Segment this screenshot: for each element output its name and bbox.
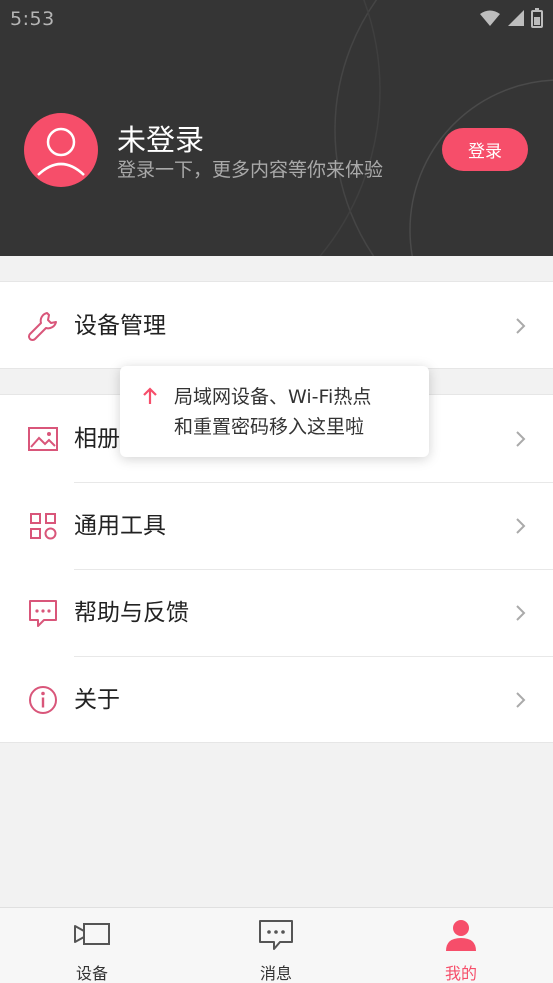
status-bar: 5:53 [0,0,553,38]
tab-label: 我的 [444,964,477,983]
menu-item-device-manage[interactable]: 设备管理 [0,282,553,369]
system-icons [479,8,543,28]
tab-message[interactable]: 消息 [184,908,368,983]
tip-text-line2: 和重置密码移入这里啦 [174,416,365,438]
info-icon [29,686,57,714]
menu-item-label: 相册 [74,426,120,452]
device-manage-card: 设备管理 [0,281,553,369]
chevron-right-icon [516,431,526,447]
menu-item-label: 设备管理 [74,313,166,339]
menu-item-tools[interactable]: 通用工具 [0,482,553,569]
login-button[interactable]: 登录 [442,128,528,171]
chevron-right-icon [516,605,526,621]
menu-item-help[interactable]: 帮助与反馈 [0,569,553,656]
menu-item-label: 通用工具 [74,513,166,539]
user-avatar-icon [37,127,85,176]
tab-label: 消息 [259,964,292,983]
menu-item-about[interactable]: 关于 [0,656,553,743]
avatar[interactable] [24,113,98,187]
chat-dots-icon [29,600,57,627]
wifi-icon [480,10,500,26]
battery-icon [531,8,543,28]
person-icon [446,920,476,951]
arrow-up-icon [143,387,157,404]
bottom-nav: 设备 消息 我的 [0,907,553,983]
image-icon [28,427,58,451]
tip-text-line1: 局域网设备、Wi-Fi热点 [174,386,372,408]
menu-item-label: 关于 [74,687,120,713]
chevron-right-icon [516,318,526,334]
tab-label: 设备 [75,964,108,983]
wrench-icon [27,312,57,342]
tab-device[interactable]: 设备 [0,908,184,983]
signal-icon [508,10,524,26]
user-subtitle: 登录一下，更多内容等你来体验 [117,159,384,181]
grid-icon [30,513,57,540]
chevron-right-icon [516,518,526,534]
user-name: 未登录 [117,123,205,157]
tip-popup[interactable]: 局域网设备、Wi-Fi热点 和重置密码移入这里啦 [120,366,429,457]
status-time: 5:53 [10,8,55,30]
chevron-right-icon [516,692,526,708]
tab-mine[interactable]: 我的 [369,908,553,983]
camera-device-icon [74,923,110,945]
message-icon [259,920,293,950]
menu-item-label: 帮助与反馈 [74,600,189,626]
profile-header: 5:53 未登录 登录一下，更多内容等你来体验 登录 [0,0,553,256]
